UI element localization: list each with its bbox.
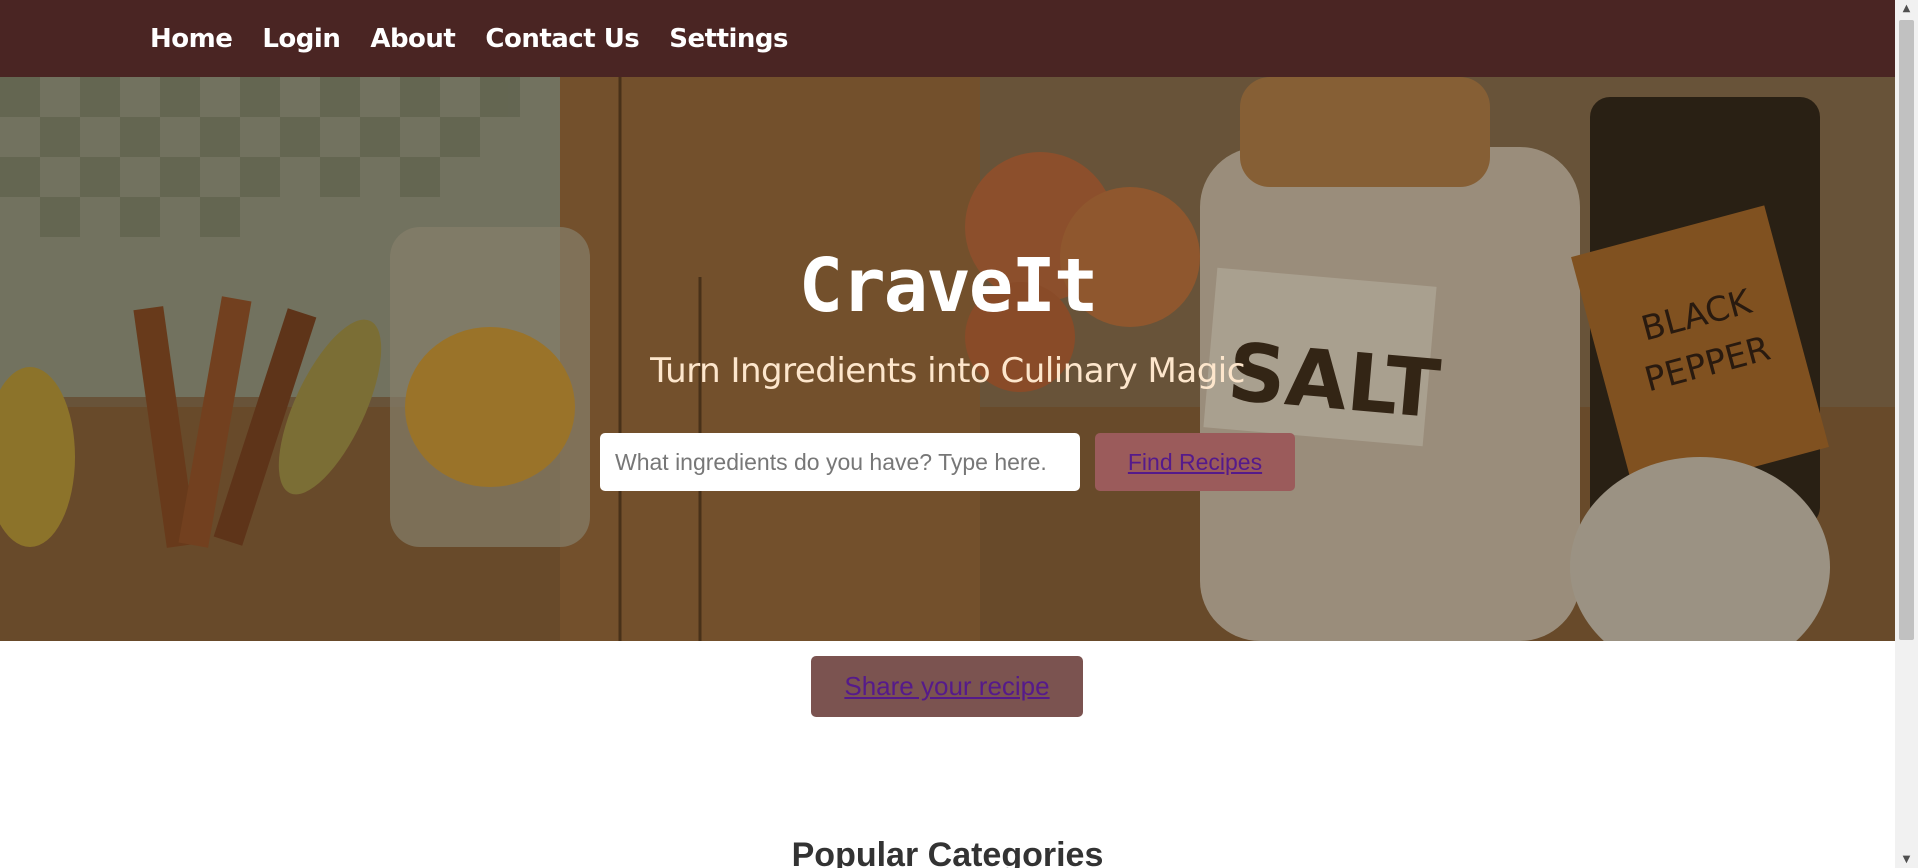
share-recipe-button[interactable]: Share your recipe	[811, 656, 1083, 717]
nav-home-link[interactable]: Home	[150, 24, 233, 54]
vertical-scrollbar[interactable]: ▲ ▼	[1895, 0, 1918, 868]
nav-contact-link[interactable]: Contact Us	[485, 24, 639, 54]
top-navbar: Home Login About Contact Us Settings	[0, 0, 1895, 77]
scrollbar-thumb[interactable]	[1899, 20, 1914, 640]
site-title: CraveIt	[798, 243, 1099, 329]
ingredient-search-form: Find Recipes	[600, 433, 1295, 491]
popular-categories-heading: Popular Categories	[791, 836, 1104, 868]
ingredient-search-input[interactable]	[600, 433, 1080, 491]
nav-about-link[interactable]: About	[370, 24, 456, 54]
nav-login-link[interactable]: Login	[262, 24, 340, 54]
hero-banner: SALT BLACK PEPPER CraveIt Turn Ingredien…	[0, 77, 1895, 641]
nav-settings-link[interactable]: Settings	[669, 24, 788, 54]
scroll-up-arrow-icon[interactable]: ▲	[1895, 0, 1918, 17]
page: Home Login About Contact Us Settings SAL…	[0, 0, 1918, 868]
scroll-down-arrow-icon[interactable]: ▼	[1895, 851, 1918, 868]
find-recipes-button[interactable]: Find Recipes	[1095, 433, 1295, 491]
site-tagline: Turn Ingredients into Culinary Magic	[650, 351, 1245, 391]
